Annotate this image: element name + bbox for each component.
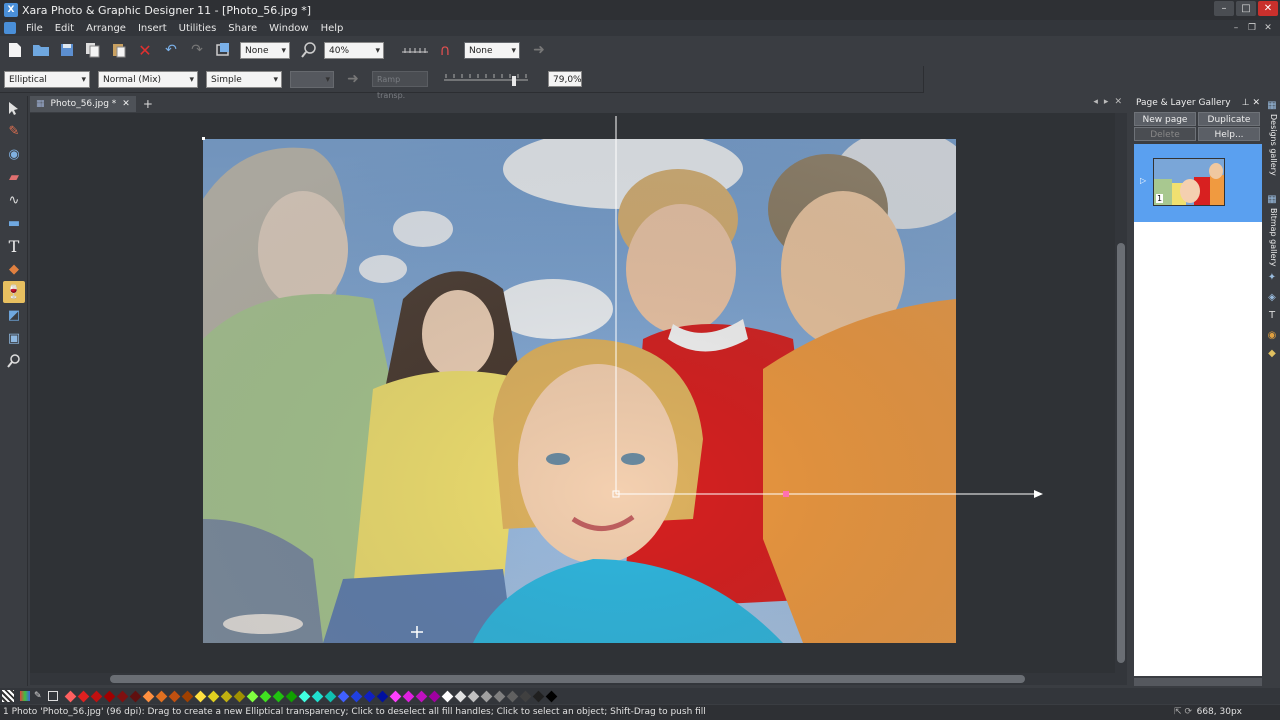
font-gallery-icon[interactable]: T <box>1266 310 1278 322</box>
designs-gallery-icon[interactable]: ▦ <box>1266 100 1278 112</box>
expand-icon[interactable]: ▷ <box>1140 176 1146 185</box>
color-swatch[interactable] <box>519 690 532 702</box>
color-swatch[interactable] <box>90 690 103 702</box>
color-palette: ✎ <box>0 688 1280 704</box>
status-icons: ⇱ ⟳ <box>1174 707 1192 717</box>
color-swatch[interactable] <box>415 690 428 702</box>
tag-gallery-icon[interactable]: ◆ <box>1266 348 1278 360</box>
color-swatch[interactable] <box>272 690 285 702</box>
color-swatch[interactable] <box>363 690 376 702</box>
color-swatch[interactable] <box>298 690 311 702</box>
no-color-icon[interactable] <box>2 690 14 702</box>
color-swatch[interactable] <box>207 690 220 702</box>
page-item-selected[interactable]: ▷ 1 <box>1134 144 1262 222</box>
color-swatch[interactable] <box>233 690 246 702</box>
page-list[interactable]: ▷ 1 <box>1134 144 1262 676</box>
fill-gallery-icon[interactable]: ✦ <box>1266 272 1278 284</box>
color-swatch[interactable] <box>220 690 233 702</box>
status-bar: 1 Photo 'Photo_56.jpg' (96 dpi): Drag to… <box>0 705 1280 720</box>
gallery-pin-close[interactable]: ⊥ ✕ <box>1242 96 1260 110</box>
side-tab-strip: ▦ Designs gallery ▦ Bitmap gallery ✦ ◈ T… <box>1264 96 1280 686</box>
color-swatch[interactable] <box>103 690 116 702</box>
color-swatch[interactable] <box>64 690 77 702</box>
status-message: 1 Photo 'Photo_56.jpg' (96 dpi): Drag to… <box>3 707 706 717</box>
color-swatch[interactable] <box>324 690 337 702</box>
color-swatch[interactable] <box>506 690 519 702</box>
gallery-header: Page & Layer Gallery ⊥ ✕ <box>1131 96 1264 110</box>
bitmap-gallery-tab[interactable]: Bitmap gallery <box>1266 208 1278 267</box>
color-swatch[interactable] <box>532 690 545 702</box>
designs-gallery-tab[interactable]: Designs gallery <box>1266 114 1278 176</box>
color-swatch[interactable] <box>441 690 454 702</box>
color-swatch[interactable] <box>129 690 142 702</box>
horizontal-scroll-thumb[interactable] <box>110 675 1025 683</box>
color-swatch[interactable] <box>376 690 389 702</box>
page-layer-gallery: Page & Layer Gallery ⊥ ✕ New page Duplic… <box>1131 96 1264 688</box>
color-swatch[interactable] <box>311 690 324 702</box>
color-swatch[interactable] <box>402 690 415 702</box>
color-swatch[interactable] <box>168 690 181 702</box>
color-swatch[interactable] <box>155 690 168 702</box>
new-page-button[interactable]: New page <box>1134 112 1196 126</box>
cursor-coordinates: 668, 30px <box>1196 707 1242 717</box>
transparency-handles[interactable] <box>0 0 1280 720</box>
vertical-scroll-thumb[interactable] <box>1117 243 1125 663</box>
color-gallery-icon[interactable]: ◉ <box>1266 330 1278 342</box>
color-swatch[interactable] <box>467 690 480 702</box>
color-swatch[interactable] <box>285 690 298 702</box>
color-swatch[interactable] <box>480 690 493 702</box>
color-swatch[interactable] <box>493 690 506 702</box>
duplicate-button[interactable]: Duplicate <box>1198 112 1260 126</box>
vertical-scrollbar[interactable] <box>1115 113 1127 685</box>
color-swatch[interactable] <box>246 690 259 702</box>
eyedropper-icon[interactable]: ✎ <box>34 691 44 701</box>
color-swatch[interactable] <box>350 690 363 702</box>
gallery-title: Page & Layer Gallery <box>1136 98 1231 108</box>
color-swatch[interactable] <box>116 690 129 702</box>
color-swatch[interactable] <box>454 690 467 702</box>
gallery-help-button[interactable]: Help... <box>1198 127 1260 141</box>
page-number: 1 <box>1156 194 1164 203</box>
color-swatch[interactable] <box>259 690 272 702</box>
color-swatch[interactable] <box>77 690 90 702</box>
color-swatch[interactable] <box>428 690 441 702</box>
gallery-scrollbar[interactable] <box>1134 678 1262 686</box>
swatch-row <box>64 690 558 702</box>
color-swatch[interactable] <box>389 690 402 702</box>
delete-page-button[interactable]: Delete <box>1134 127 1196 141</box>
color-swatch[interactable] <box>545 690 558 702</box>
color-picker-icon[interactable] <box>20 691 30 701</box>
color-swatch[interactable] <box>194 690 207 702</box>
no-fill-icon[interactable] <box>48 691 58 701</box>
bitmap-gallery-icon[interactable]: ▦ <box>1266 194 1278 206</box>
layer-gallery-icon[interactable]: ◈ <box>1266 292 1278 304</box>
color-swatch[interactable] <box>337 690 350 702</box>
page-thumbnail[interactable] <box>1153 158 1225 206</box>
color-swatch[interactable] <box>181 690 194 702</box>
horizontal-scrollbar[interactable] <box>30 673 1115 685</box>
color-swatch[interactable] <box>142 690 155 702</box>
